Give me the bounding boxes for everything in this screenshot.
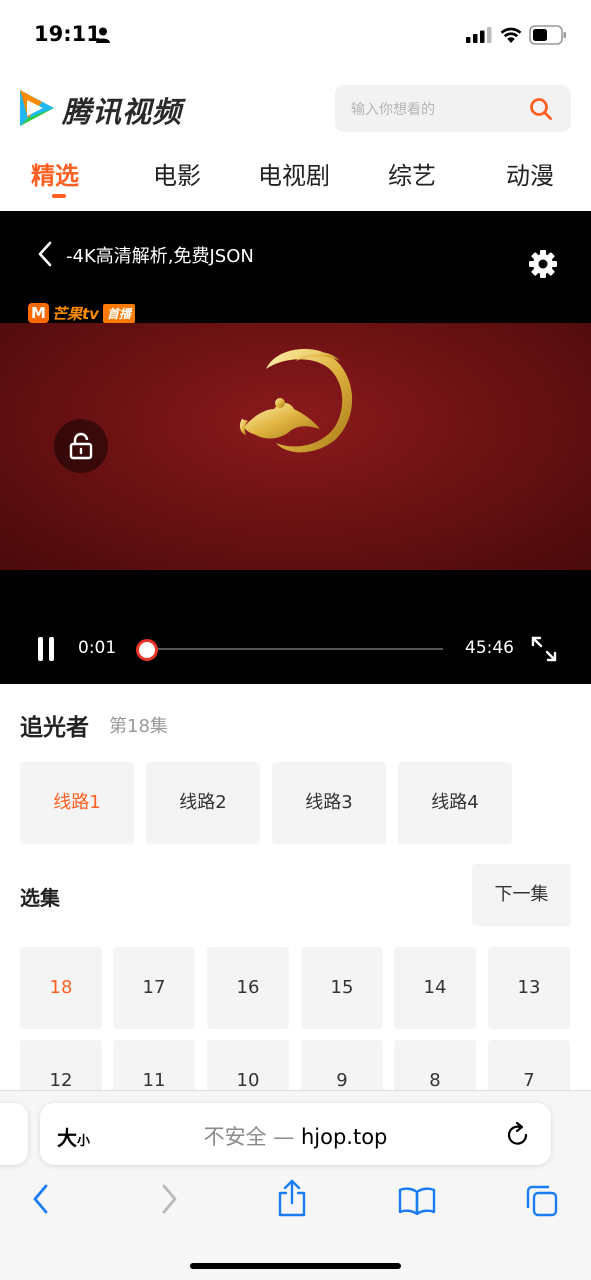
brand-name: 腾讯视频 bbox=[62, 95, 183, 129]
category-tabs: 精选 电影 电视剧 综艺 动漫 bbox=[0, 148, 591, 202]
person-icon bbox=[96, 27, 110, 43]
tab-tv-series[interactable]: 电视剧 bbox=[258, 156, 330, 191]
episode-button[interactable]: 15 bbox=[301, 947, 383, 1029]
active-tab-indicator bbox=[52, 194, 66, 198]
line-3-button[interactable]: 线路3 bbox=[272, 762, 386, 844]
line-2-button[interactable]: 线路2 bbox=[146, 762, 260, 844]
episode-number: 第18集 bbox=[109, 716, 168, 737]
progress-knob[interactable] bbox=[136, 639, 159, 661]
current-time: 0:01 bbox=[78, 638, 117, 658]
back-arrow-icon[interactable] bbox=[30, 1183, 52, 1215]
line-1-button[interactable]: 线路1 bbox=[20, 762, 134, 844]
source-lines: 线路1 线路2 线路3 线路4 bbox=[20, 762, 580, 844]
address-bar[interactable]: 大小 不安全 — hjop.top bbox=[40, 1103, 551, 1165]
wifi-icon bbox=[500, 27, 522, 43]
show-title: 追光者 bbox=[20, 715, 89, 741]
episode-button[interactable]: 14 bbox=[394, 947, 476, 1029]
search-box[interactable]: 输入你想看的 bbox=[335, 85, 571, 132]
bookmarks-icon[interactable] bbox=[398, 1187, 436, 1215]
tencent-video-logo-icon[interactable] bbox=[16, 88, 58, 128]
share-icon[interactable] bbox=[276, 1179, 308, 1217]
episode-button[interactable]: 18 bbox=[20, 947, 102, 1029]
previous-tab-preview[interactable] bbox=[0, 1103, 28, 1165]
screen-lock-button[interactable] bbox=[54, 419, 108, 473]
insecure-label: 不安全 — bbox=[203, 1125, 295, 1149]
forward-arrow-icon[interactable] bbox=[158, 1183, 180, 1215]
tabs-icon[interactable] bbox=[525, 1184, 559, 1218]
settings-gear-icon[interactable] bbox=[528, 249, 558, 279]
status-bar: 19:11 bbox=[0, 0, 591, 70]
status-time: 19:11 bbox=[34, 22, 101, 46]
fullscreen-icon[interactable] bbox=[530, 635, 558, 663]
cellular-signal-icon bbox=[466, 27, 492, 43]
mango-watermark-text: 芒果tv bbox=[52, 304, 99, 323]
tab-featured[interactable]: 精选 bbox=[31, 156, 79, 191]
reload-icon[interactable] bbox=[506, 1121, 530, 1147]
episode-grid: 18 17 16 15 14 13 12 11 10 9 8 7 bbox=[20, 947, 571, 1107]
line-4-button[interactable]: 线路4 bbox=[398, 762, 512, 844]
tab-variety[interactable]: 综艺 bbox=[388, 156, 436, 191]
player-controls: 0:01 45:46 bbox=[0, 626, 591, 670]
browser-toolbar: 大小 不安全 — hjop.top bbox=[0, 1090, 591, 1280]
search-icon[interactable] bbox=[529, 97, 553, 121]
search-placeholder: 输入你想看的 bbox=[351, 102, 435, 118]
back-chevron-icon[interactable] bbox=[36, 241, 54, 267]
episode-button[interactable]: 16 bbox=[207, 947, 289, 1029]
duration: 45:46 bbox=[465, 638, 514, 658]
pause-icon[interactable] bbox=[36, 636, 56, 662]
mango-logo-icon: M bbox=[28, 303, 49, 323]
episode-button[interactable]: 17 bbox=[113, 947, 195, 1029]
progress-track[interactable] bbox=[147, 648, 443, 650]
episode-button[interactable]: 13 bbox=[488, 947, 570, 1029]
tab-movies[interactable]: 电影 bbox=[153, 156, 201, 191]
premiere-badge: 首播 bbox=[102, 303, 135, 323]
battery-icon bbox=[529, 25, 566, 45]
next-episode-button[interactable]: 下一集 bbox=[472, 864, 571, 926]
video-player[interactable]: -4K高清解析,免费JSON M 芒果tv 首播 0:01 45:46 bbox=[0, 211, 591, 684]
domain-text: hjop.top bbox=[300, 1125, 388, 1149]
home-indicator bbox=[190, 1263, 401, 1269]
url-display[interactable]: 不安全 — hjop.top bbox=[40, 1121, 551, 1151]
video-title: -4K高清解析,免费JSON bbox=[66, 246, 254, 267]
mango-tv-watermark: M 芒果tv 首播 bbox=[28, 303, 135, 323]
episode-select-label: 选集 bbox=[20, 886, 60, 910]
golden-phoenix-emblem-icon bbox=[239, 348, 353, 453]
tab-anime[interactable]: 动漫 bbox=[506, 156, 554, 191]
unlock-icon bbox=[69, 432, 93, 460]
